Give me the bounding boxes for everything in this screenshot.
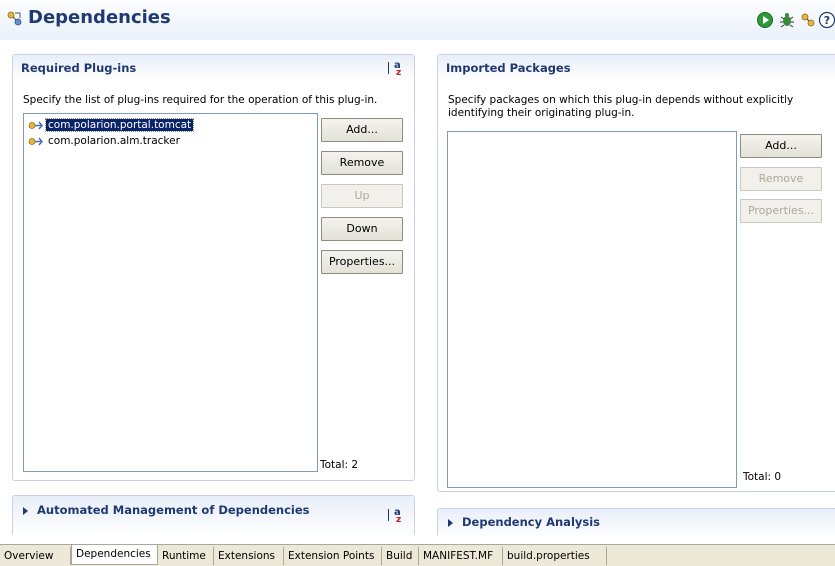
tab-build[interactable]: Build (382, 547, 419, 565)
required-total: Total: 2 (320, 459, 359, 471)
tab-overview[interactable]: Overview (0, 547, 71, 565)
expand-arrow-icon (448, 519, 453, 527)
export-icon[interactable] (799, 11, 817, 29)
imported-packages-section: Imported Packages Specify packages on wh… (437, 54, 835, 492)
sort-alphabetically-icon[interactable]: a z (387, 60, 405, 78)
package-properties-button[interactable]: Properties... (740, 199, 822, 223)
list-item-label: com.polarion.portal.tomcat (44, 118, 195, 132)
tab-manifest[interactable]: MANIFEST.MF (419, 547, 503, 565)
add-package-button[interactable]: Add... (740, 134, 822, 158)
sort-bar (388, 62, 389, 74)
run-icon[interactable] (756, 11, 774, 29)
section-title: Imported Packages (446, 61, 571, 75)
list-item[interactable]: com.polarion.alm.tracker (28, 134, 182, 149)
page-title: Dependencies (28, 7, 171, 28)
dependencies-icon (7, 11, 22, 26)
remove-package-button[interactable]: Remove (740, 167, 822, 191)
add-plugin-button[interactable]: Add... (321, 118, 403, 142)
sort-z: z (396, 515, 402, 525)
plugin-properties-button[interactable]: Properties... (321, 250, 403, 274)
sort-z: z (396, 68, 402, 78)
down-button[interactable]: Down (321, 217, 403, 241)
sort-alphabetically-icon[interactable]: a z (387, 507, 405, 525)
expand-arrow-icon (23, 507, 28, 515)
help-icon[interactable]: ? (818, 11, 835, 29)
debug-icon[interactable] (778, 11, 796, 29)
dependency-analysis-section[interactable]: Dependency Analysis (437, 508, 835, 537)
section-description: Specify the list of plug-ins required fo… (23, 94, 378, 106)
required-plugins-list[interactable]: com.polarion.portal.tomcat com.polarion.… (23, 113, 318, 472)
list-item-label: com.polarion.alm.tracker (48, 135, 180, 147)
list-item[interactable]: com.polarion.portal.tomcat (28, 118, 195, 133)
imported-total: Total: 0 (743, 471, 782, 483)
section-title: Required Plug-ins (21, 61, 137, 75)
section-title: Dependency Analysis (462, 515, 601, 529)
svg-text:?: ? (824, 14, 830, 27)
tab-dependencies[interactable]: Dependencies (71, 545, 158, 565)
section-description: Specify packages on which this plug-in d… (448, 94, 794, 106)
section-title: Automated Management of Dependencies (37, 503, 310, 517)
tab-runtime[interactable]: Runtime (158, 547, 214, 565)
tab-extension-points[interactable]: Extension Points (284, 547, 382, 565)
plugin-icon (28, 137, 43, 146)
required-plugins-section: Required Plug-ins a z Specify the list o… (12, 54, 415, 481)
remove-plugin-button[interactable]: Remove (321, 151, 403, 175)
editor-tab-bar: Overview Dependencies Runtime Extensions… (0, 544, 835, 566)
tab-build-properties[interactable]: build.properties (503, 547, 607, 565)
imported-packages-list[interactable] (447, 131, 737, 488)
tab-extensions[interactable]: Extensions (214, 547, 284, 565)
up-button[interactable]: Up (321, 184, 403, 208)
plugin-icon (28, 121, 43, 130)
section-description-cont: identifying their originating plug-in. (448, 107, 635, 119)
sort-bar (388, 509, 389, 521)
automated-management-section[interactable]: Automated Management of Dependencies a z (12, 495, 415, 536)
form-header: Dependencies ? (0, 0, 835, 40)
